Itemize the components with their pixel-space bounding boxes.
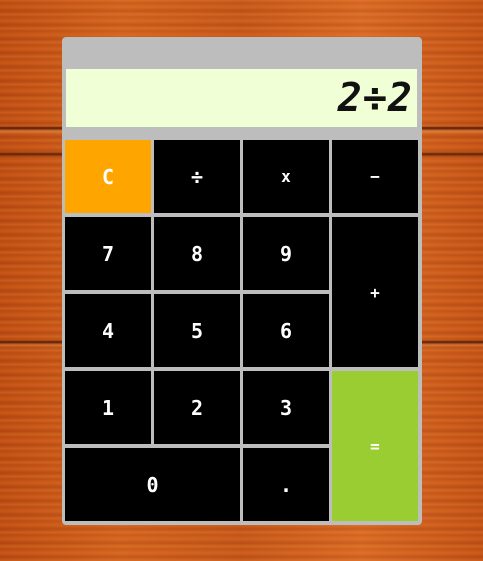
display-expression: 2÷2 bbox=[337, 75, 413, 121]
digit-4-button[interactable]: 4 bbox=[65, 294, 151, 367]
digit-5-button[interactable]: 5 bbox=[154, 294, 240, 367]
digit-0-button[interactable]: 0 bbox=[65, 448, 240, 521]
subtract-button[interactable]: − bbox=[332, 140, 418, 213]
digit-9-button[interactable]: 9 bbox=[243, 217, 329, 290]
multiply-button[interactable]: x bbox=[243, 140, 329, 213]
divide-button[interactable]: ÷ bbox=[154, 140, 240, 213]
calculator: 2÷2 C ÷ x − 7 8 9 + 4 5 6 1 2 3 = 0 . bbox=[62, 37, 422, 525]
digit-3-button[interactable]: 3 bbox=[243, 371, 329, 444]
keypad: C ÷ x − 7 8 9 + 4 5 6 1 2 3 = 0 . bbox=[65, 140, 419, 524]
decimal-button[interactable]: . bbox=[243, 448, 329, 521]
add-button[interactable]: + bbox=[332, 217, 418, 367]
clear-button[interactable]: C bbox=[65, 140, 151, 213]
digit-6-button[interactable]: 6 bbox=[243, 294, 329, 367]
calculator-display: 2÷2 bbox=[66, 69, 417, 127]
digit-2-button[interactable]: 2 bbox=[154, 371, 240, 444]
equals-button[interactable]: = bbox=[332, 371, 418, 521]
digit-1-button[interactable]: 1 bbox=[65, 371, 151, 444]
digit-8-button[interactable]: 8 bbox=[154, 217, 240, 290]
digit-7-button[interactable]: 7 bbox=[65, 217, 151, 290]
